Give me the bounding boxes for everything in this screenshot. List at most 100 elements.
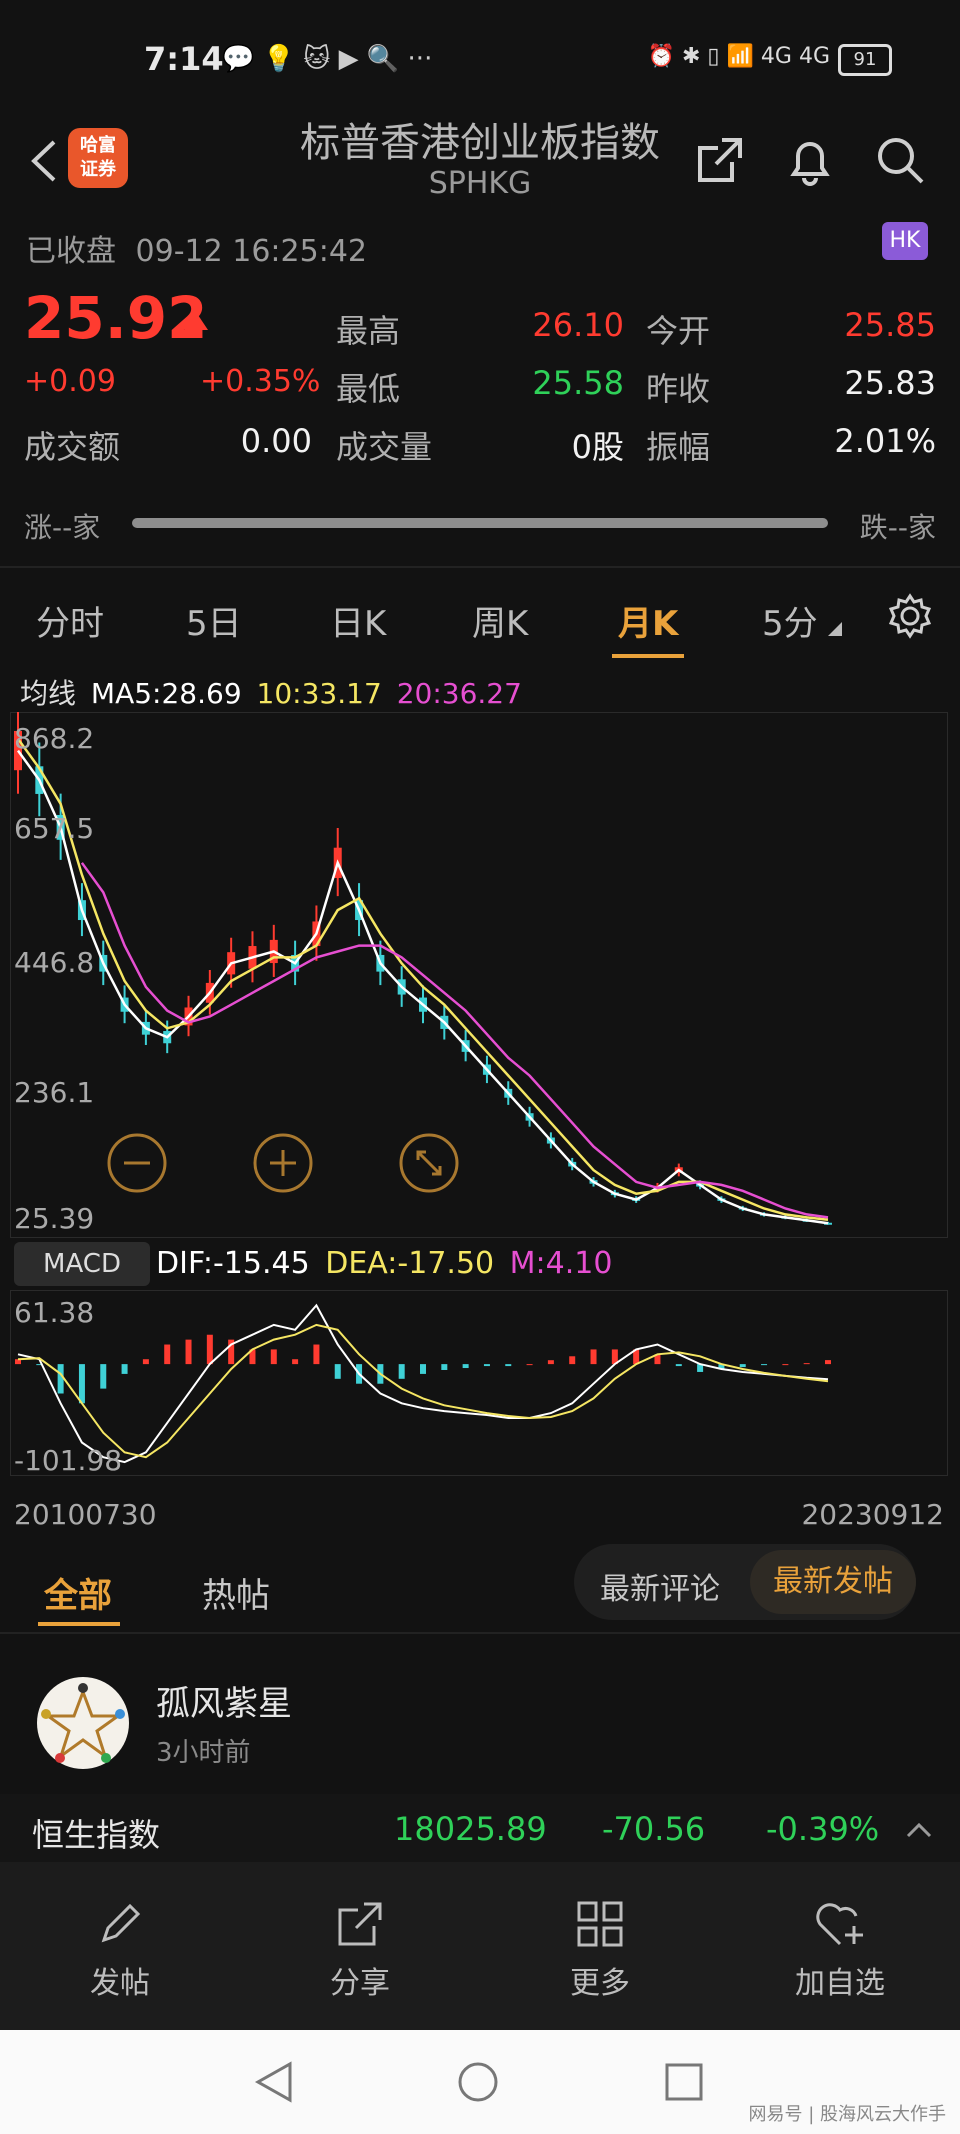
rise-count: 涨--家 bbox=[24, 511, 101, 544]
volume-label: 成交量 bbox=[336, 428, 433, 466]
macd-histogram-bar bbox=[292, 1359, 299, 1365]
post-time: 3小时前 bbox=[156, 1738, 251, 1768]
y-tick-5: 25.39 bbox=[14, 1202, 95, 1235]
ticker-change-pct: -0.39% bbox=[766, 1810, 880, 1848]
battery-icon: 91 bbox=[838, 44, 892, 76]
status-bar: 7:14 💬 💡 🐱 ▶ 🔍 ··· ⏰ ✱ ▯ 📶 4G 4G 91 bbox=[0, 0, 960, 120]
post-button[interactable]: 发帖 bbox=[40, 1898, 200, 2002]
active-tab-indicator bbox=[612, 654, 684, 658]
tab-all-posts[interactable]: 全部 bbox=[44, 1568, 112, 1617]
ma-legend-label: 均线 bbox=[20, 677, 77, 710]
more-button-label: 更多 bbox=[570, 1966, 630, 2001]
x-start-date: 20100730 bbox=[14, 1498, 157, 1531]
macd-histogram-bar bbox=[803, 1363, 810, 1365]
ticker-value: 18025.89 bbox=[394, 1810, 547, 1848]
price-change: +0.09 bbox=[24, 364, 116, 399]
zoom-in-button[interactable] bbox=[252, 1132, 314, 1194]
share-icon[interactable] bbox=[692, 132, 748, 188]
back-triangle-icon[interactable] bbox=[252, 2060, 296, 2104]
ma5-value: MA5:28.69 bbox=[90, 677, 242, 710]
macd-y-tick-bottom: -101.98 bbox=[14, 1444, 123, 1477]
share-button-label: 分享 bbox=[330, 1966, 390, 2001]
prev-close-value: 25.83 bbox=[844, 364, 936, 402]
macd-histogram-bar bbox=[825, 1360, 831, 1365]
tab-5day[interactable]: 5日 bbox=[186, 596, 242, 645]
divider bbox=[0, 566, 960, 568]
system-nav-bar: 网易号 | 股海风云大作手 bbox=[0, 2030, 960, 2134]
macd-histogram-bar bbox=[462, 1364, 469, 1369]
more-button[interactable]: 更多 bbox=[520, 1898, 680, 2002]
macd-histogram-bar bbox=[121, 1364, 128, 1374]
bell-icon[interactable] bbox=[782, 132, 838, 188]
tab-hot-posts[interactable]: 热帖 bbox=[202, 1568, 270, 1617]
high-label: 最高 bbox=[336, 312, 401, 350]
tab-daily[interactable]: 日K bbox=[330, 596, 386, 645]
macd-histogram-bar bbox=[569, 1356, 576, 1365]
notification-icons: 💬 💡 🐱 ▶ 🔍 ··· bbox=[222, 44, 433, 74]
amplitude-label: 振幅 bbox=[646, 428, 711, 466]
recents-square-icon[interactable] bbox=[662, 2060, 706, 2104]
macd-indicator-selector[interactable]: MACD bbox=[14, 1242, 150, 1286]
macd-histogram-bar bbox=[100, 1364, 107, 1389]
y-tick-4: 236.1 bbox=[14, 1076, 95, 1109]
macd-histogram-bar bbox=[761, 1364, 768, 1366]
macd-histogram-bar bbox=[547, 1360, 554, 1365]
chevron-up-icon[interactable] bbox=[906, 1822, 932, 1838]
macd-y-tick-top: 61.38 bbox=[14, 1296, 95, 1329]
gear-icon[interactable] bbox=[886, 592, 934, 640]
macd-histogram-bar bbox=[206, 1334, 213, 1365]
zoom-out-button[interactable] bbox=[106, 1132, 168, 1194]
ma20-value: 20:36.27 bbox=[396, 677, 522, 710]
tab-monthly[interactable]: 月K bbox=[618, 596, 678, 645]
low-label: 最低 bbox=[336, 370, 401, 408]
ma10-value: 10:33.17 bbox=[256, 677, 382, 710]
macd-histogram-bar bbox=[313, 1344, 320, 1365]
dea-value: DEA:-17.50 bbox=[325, 1246, 495, 1281]
macd-histogram-bar bbox=[420, 1364, 426, 1374]
market-state-text: 已收盘 bbox=[26, 234, 116, 269]
m-value: M:4.10 bbox=[509, 1246, 613, 1281]
system-indicators: ⏰ ✱ ▯ 📶 4G 4G bbox=[647, 44, 830, 69]
macd-histogram-bar bbox=[270, 1349, 277, 1365]
pencil-icon bbox=[101, 1903, 141, 1943]
ticker-change: -70.56 bbox=[602, 1810, 706, 1848]
price-change-pct: +0.35% bbox=[200, 364, 321, 399]
low-value: 25.58 bbox=[532, 364, 624, 402]
macd-histogram-bar bbox=[78, 1364, 85, 1404]
prev-close-label: 昨收 bbox=[646, 370, 711, 408]
macd-histogram-bar bbox=[334, 1364, 341, 1379]
macd-histogram-bar bbox=[526, 1364, 533, 1366]
macd-line-DEA bbox=[17, 1323, 829, 1459]
tab-intraday[interactable]: 分时 bbox=[36, 596, 104, 645]
turnover-value: 0.00 bbox=[240, 422, 312, 460]
home-circle-icon[interactable] bbox=[456, 2060, 500, 2104]
add-watchlist-label: 加自选 bbox=[795, 1966, 885, 2001]
amplitude-value: 2.01% bbox=[834, 422, 936, 460]
add-watchlist-button[interactable]: 加自选 bbox=[760, 1898, 920, 2002]
search-icon[interactable] bbox=[872, 132, 928, 188]
y-tick-3: 446.8 bbox=[14, 946, 95, 979]
fall-count: 跌--家 bbox=[859, 511, 936, 544]
tab-5min[interactable]: 5分 bbox=[762, 596, 818, 645]
fullscreen-button[interactable] bbox=[398, 1132, 460, 1194]
market-badge: HK bbox=[882, 222, 928, 260]
macd-histogram-bar bbox=[782, 1364, 789, 1366]
post-author[interactable]: 孤风紫星 bbox=[156, 1676, 292, 1725]
macd-histogram-bar bbox=[57, 1364, 64, 1394]
macd-legend: DIF:-15.45 DEA:-17.50 M:4.10 bbox=[156, 1246, 612, 1281]
sort-latest-post[interactable]: 最新发帖 bbox=[750, 1550, 916, 1614]
macd-histogram-bar bbox=[739, 1364, 746, 1368]
divider bbox=[0, 1632, 960, 1634]
tab-weekly[interactable]: 周K bbox=[472, 596, 528, 645]
avatar[interactable] bbox=[36, 1676, 130, 1770]
macd-chart[interactable] bbox=[10, 1290, 946, 1474]
macd-histogram-bar bbox=[441, 1364, 448, 1370]
share-button[interactable]: 分享 bbox=[280, 1898, 440, 2002]
market-datetime: 09-12 16:25:42 bbox=[135, 234, 367, 269]
sort-latest-comment[interactable]: 最新评论 bbox=[600, 1564, 720, 1608]
macd-line-DIF bbox=[17, 1303, 829, 1464]
volume-value: 0股 bbox=[571, 428, 624, 466]
macd-histogram-bar bbox=[164, 1344, 171, 1365]
current-price: 25.92 bbox=[24, 284, 208, 352]
dropdown-triangle-icon[interactable] bbox=[828, 622, 842, 636]
